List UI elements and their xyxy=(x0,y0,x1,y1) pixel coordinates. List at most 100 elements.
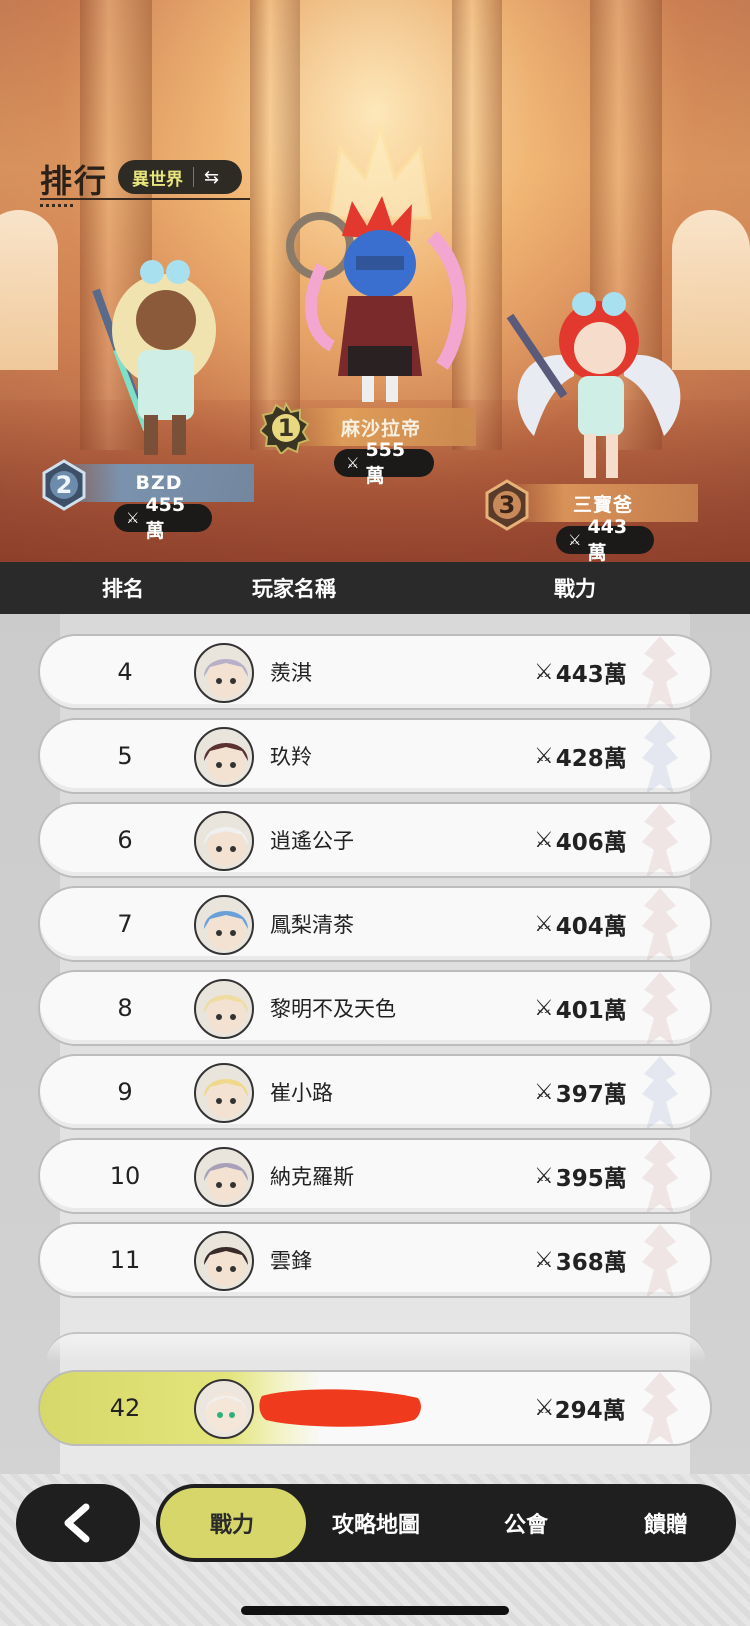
rank-2-character[interactable] xyxy=(86,250,236,460)
avatar-image xyxy=(204,1079,248,1118)
avatar[interactable] xyxy=(194,895,254,955)
my-rank-number: 42 xyxy=(109,1394,141,1422)
player-power-value: 406萬 xyxy=(555,830,627,856)
tab-gifts[interactable]: 饋贈 xyxy=(596,1484,736,1562)
rank-2-number: 2 xyxy=(55,471,73,499)
avatar-image xyxy=(206,1393,246,1433)
player-name[interactable]: 玖羚 xyxy=(270,720,312,792)
title-underline xyxy=(40,198,250,200)
player-name[interactable]: 納克羅斯 xyxy=(270,1140,354,1212)
avatar[interactable] xyxy=(194,979,254,1039)
avatar-image xyxy=(204,743,248,782)
world-selector[interactable]: 異世界 ⇆ xyxy=(118,160,242,194)
podium-power-3: ⚔ 443萬 xyxy=(556,516,654,562)
guild-emblem-icon xyxy=(642,972,678,1044)
guild-emblem-icon xyxy=(642,888,678,960)
world-selector-divider xyxy=(193,167,194,187)
crossed-swords-icon: ⚔ xyxy=(534,1395,555,1421)
player-name[interactable]: 逍遙公子 xyxy=(270,804,354,876)
podium-power-value: 443萬 xyxy=(587,515,628,563)
background-window xyxy=(0,210,58,370)
crossed-swords-icon: ⚔ xyxy=(534,659,554,685)
crossed-swords-icon: ⚔ xyxy=(534,995,554,1021)
avatar[interactable] xyxy=(194,727,254,787)
page-title: 排行 xyxy=(40,162,109,200)
my-avatar xyxy=(194,1379,254,1439)
tab-strategy-map-label: 攻略地圖 xyxy=(331,1513,420,1538)
guild-emblem-icon xyxy=(642,1224,678,1296)
table-row[interactable]: 8 黎明不及天色 ⚔ 401萬 xyxy=(38,970,712,1046)
my-rank-row[interactable]: 42 ⚔ 294萬 xyxy=(38,1370,712,1446)
row-rank: 10 xyxy=(109,1162,141,1190)
crossed-swords-icon: ⚔ xyxy=(126,509,140,527)
row-rank: 8 xyxy=(117,994,133,1022)
home-indicator[interactable] xyxy=(241,1606,509,1615)
avatar-image xyxy=(204,827,248,866)
player-power-value: 395萬 xyxy=(555,1166,627,1192)
table-row[interactable]: 10 納克羅斯 ⚔ 395萬 xyxy=(38,1138,712,1214)
table-row[interactable]: 9 崔小路 ⚔ 397萬 xyxy=(38,1054,712,1130)
avatar-image xyxy=(204,1247,248,1286)
player-name[interactable]: 崔小路 xyxy=(270,1056,333,1128)
avatar[interactable] xyxy=(194,811,254,871)
title-dots xyxy=(40,204,74,207)
player-name[interactable]: 鳳梨清茶 xyxy=(270,888,354,960)
table-row[interactable]: 11 雲鋒 ⚔ 368萬 xyxy=(38,1222,712,1298)
column-rank: 排名 xyxy=(102,577,144,601)
avatar-image xyxy=(204,995,248,1034)
crossed-swords-icon: ⚔ xyxy=(568,531,582,549)
crossed-swords-icon: ⚔ xyxy=(534,743,554,769)
avatar[interactable] xyxy=(194,1231,254,1291)
player-name[interactable]: 雲鋒 xyxy=(270,1224,312,1296)
row-rank: 11 xyxy=(109,1246,141,1274)
player-power: ⚔ 395萬 xyxy=(534,1140,627,1212)
chevron-left-icon[interactable] xyxy=(60,1503,96,1543)
player-name[interactable]: 黎明不及天色 xyxy=(270,972,396,1044)
podium-power-value: 555萬 xyxy=(365,438,406,487)
rank-1-character[interactable] xyxy=(282,196,472,406)
player-power-value: 397萬 xyxy=(555,1082,627,1108)
podium-power-value: 455萬 xyxy=(145,493,186,542)
partial-list-row xyxy=(46,1332,706,1362)
podium-power-2: ⚔ 455萬 xyxy=(114,494,212,542)
column-player-name: 玩家名稱 xyxy=(252,577,336,601)
rank-1-badge: 1 xyxy=(258,401,312,456)
avatar-image xyxy=(204,1163,248,1202)
tab-power-label: 戰力 xyxy=(209,1513,254,1538)
rank-3-character[interactable] xyxy=(504,286,694,486)
row-rank: 9 xyxy=(117,1078,133,1106)
ranking-hero: 麻沙拉帝 BZD 三寶爸 1 2 3 ⚔ 555萬 ⚔ 455萬 ⚔ 443萬 xyxy=(0,0,750,562)
redacted-name xyxy=(259,1389,421,1427)
guild-emblem-icon xyxy=(642,720,678,792)
avatar[interactable] xyxy=(194,1063,254,1123)
guild-emblem-icon xyxy=(642,1056,678,1128)
player-name[interactable]: 羨淇 xyxy=(270,636,312,708)
column-power: 戰力 xyxy=(554,577,596,601)
tab-power[interactable]: 戰力 xyxy=(160,1484,306,1562)
table-row[interactable]: 5 玖羚 ⚔ 428萬 xyxy=(38,718,712,794)
player-power-value: 368萬 xyxy=(555,1250,627,1276)
swap-arrows-icon[interactable]: ⇆ xyxy=(204,167,219,188)
rank-3-number: 3 xyxy=(498,491,516,519)
back-button[interactable] xyxy=(16,1484,140,1562)
table-row[interactable]: 7 鳳梨清茶 ⚔ 404萬 xyxy=(38,886,712,962)
tab-strategy-map[interactable]: 攻略地圖 xyxy=(306,1484,446,1562)
player-power: ⚔ 406萬 xyxy=(534,804,627,876)
tab-guild[interactable]: 公會 xyxy=(456,1484,596,1562)
crossed-swords-icon: ⚔ xyxy=(534,1163,554,1189)
tab-gifts-label: 饋贈 xyxy=(643,1513,688,1538)
player-power: ⚔ 368萬 xyxy=(534,1224,627,1296)
player-power: ⚔ 443萬 xyxy=(534,636,627,708)
player-power-value: 428萬 xyxy=(555,746,627,772)
avatar[interactable] xyxy=(194,1147,254,1207)
my-power-value: 294萬 xyxy=(554,1398,626,1424)
avatar[interactable] xyxy=(194,643,254,703)
tab-guild-label: 公會 xyxy=(503,1513,548,1538)
table-row[interactable]: 4 羨淇 ⚔ 443萬 xyxy=(38,634,712,710)
player-power-value: 401萬 xyxy=(555,998,627,1024)
player-power: ⚔ 401萬 xyxy=(534,972,627,1044)
player-power: ⚔ 404萬 xyxy=(534,888,627,960)
crossed-swords-icon: ⚔ xyxy=(534,911,554,937)
table-row[interactable]: 6 逍遙公子 ⚔ 406萬 xyxy=(38,802,712,878)
page-title-wrap: 排行 xyxy=(40,156,250,207)
